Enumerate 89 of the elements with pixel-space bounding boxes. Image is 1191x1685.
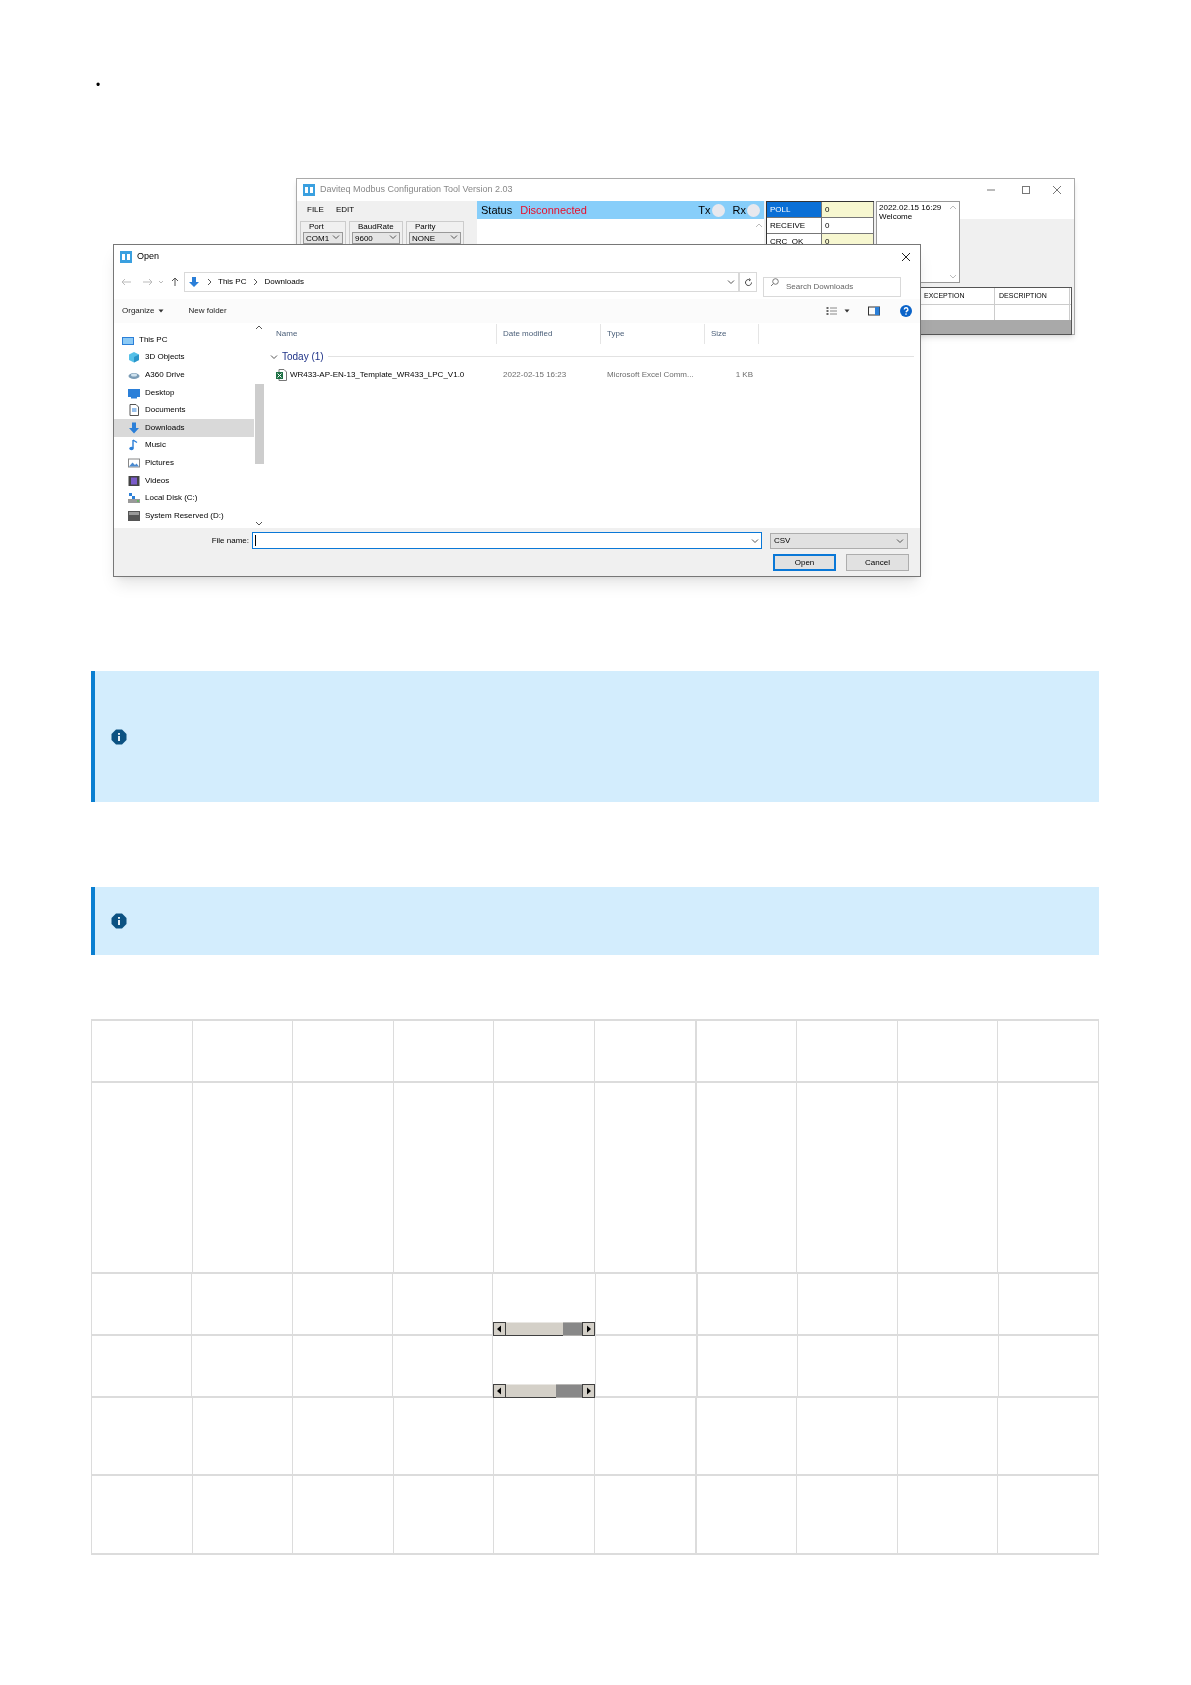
download-arrow-icon [188,276,200,288]
chevron-down-icon [896,536,904,545]
file-type-dropdown[interactable]: CSV [770,532,908,549]
indicator-label: Tx [698,202,711,218]
disk-icon [128,492,140,505]
nav-item[interactable]: A360 Drive [114,366,254,384]
file-date: 2022-02-15 16:23 [502,368,568,381]
nav-item[interactable]: System Reserved (D:) [114,506,254,525]
nav-item[interactable]: Pictures [114,454,254,472]
chevron-down-icon [450,233,458,241]
open-button[interactable]: Open [773,554,836,571]
maximize-icon[interactable] [1021,185,1031,195]
chevron-down-icon[interactable] [270,352,278,361]
film-icon [128,474,140,487]
column-header[interactable]: Type [601,324,705,344]
window-title: Daviteq Modbus Configuration Tool Version 2.03 [320,183,513,197]
nav-item[interactable]: 3D Objects [114,348,254,367]
caret-icon [844,308,850,314]
desktop-icon [128,386,140,399]
field-label: BaudRate [357,222,395,232]
dropdown[interactable]: COM1 [303,232,343,244]
breadcrumb-item[interactable]: This PC [218,276,247,288]
help-icon[interactable] [900,305,912,317]
chevron-right-icon [252,278,259,286]
log-line: 2022.02.15 16:29 [879,203,943,212]
caret-icon [158,308,165,314]
picture-icon [128,456,140,469]
scroll-down-icon[interactable] [255,519,263,527]
nav-item[interactable]: Music [114,436,254,455]
counter-value: 0 [822,202,874,217]
document-icon [128,404,140,417]
status-label: Status [481,202,513,218]
column-header[interactable]: Name [270,324,497,344]
spreadsheet-icon [276,368,287,381]
nav-item[interactable]: Local Disk (C:) [114,489,254,507]
nav-item[interactable]: Videos [114,471,254,490]
column-header[interactable]: Size [705,324,759,344]
file-size: 1 KB [734,368,754,381]
field-label: Parity [414,222,437,232]
nav-item[interactable]: Desktop [114,383,254,402]
file-type: Microsoft Excel Comm... [606,368,695,381]
download-arrow-icon [128,421,140,434]
info-icon [111,728,127,745]
view-button[interactable] [826,306,850,316]
close-icon[interactable] [901,252,911,262]
counter-label[interactable]: POLL [767,202,822,217]
info-icon [111,913,127,929]
status-value: Disconnected [520,202,587,218]
list-view-icon [826,306,838,316]
menu-item[interactable]: FILE [307,204,324,216]
list-bullet: • [96,78,101,92]
nav-item[interactable]: Downloads [114,418,254,437]
chevron-down-icon [727,278,735,286]
address-bar[interactable]: This PC Downloads [184,272,739,292]
chevron-down-icon [389,233,397,241]
cube-icon [128,351,140,364]
field-label: Port [308,222,325,232]
preview-pane-icon[interactable] [868,306,880,316]
chevron-right-icon [206,278,212,286]
app-icon [120,251,132,263]
up-arrow-icon[interactable] [170,277,180,287]
menu-item[interactable]: EDIT [335,204,355,216]
search-field[interactable]: Search Downloads [763,276,901,297]
toolbar-button[interactable]: Organize [122,305,165,317]
dropdown[interactable]: NONE [409,232,461,244]
log-line: Welcome [879,212,914,221]
refresh-icon [743,277,753,287]
file-name[interactable]: WR433-AP-EN-13_Template_WR433_LPC_V1.0 [290,368,465,381]
nav-item[interactable]: This PC [114,331,254,349]
counter-value: 0 [822,218,874,233]
scroll-up-icon[interactable] [255,324,263,332]
indicator-label: Rx [732,202,746,218]
chevron-down-icon [751,536,759,545]
toolbar-button[interactable]: New folder [188,305,227,317]
cancel-button[interactable]: Cancel [846,554,909,571]
group-header[interactable]: Today (1) [282,349,324,364]
chevron-down-icon [332,233,340,241]
file-name-field[interactable] [252,532,762,549]
dropdown[interactable]: 9600 [352,232,400,244]
search-icon [770,278,779,287]
music-note-icon [128,439,140,452]
column-header[interactable]: Date modified [497,324,601,344]
counter-label[interactable]: RECEIVE [767,218,822,233]
app-icon [303,184,315,196]
dialog-title: Open [137,250,160,264]
nav-item[interactable]: Documents [114,401,254,419]
refresh-button[interactable] [739,272,757,292]
breadcrumb-item[interactable]: Downloads [264,276,305,288]
field-label: File name: [210,534,249,547]
